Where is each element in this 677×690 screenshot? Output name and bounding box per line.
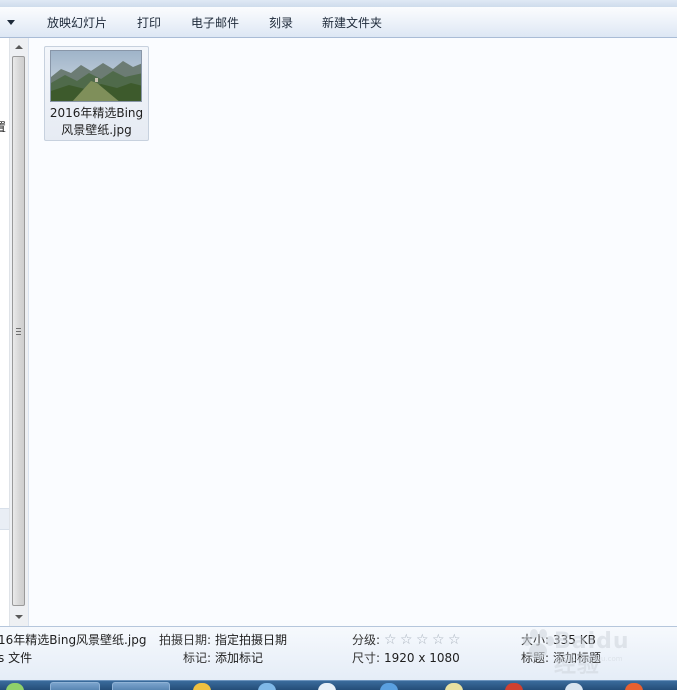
detail-filename: 16年精选Bing风景壁纸.jpg [0, 633, 147, 647]
date-taken-label: 拍摄日期: [159, 633, 212, 647]
command-bar: 放映幻灯片 打印 电子邮件 刻录 新建文件夹 [0, 7, 677, 38]
start-orb-icon[interactable] [6, 683, 24, 690]
print-button[interactable]: 打印 [137, 14, 161, 32]
tags-label: 标记: [183, 651, 212, 665]
date-taken-field[interactable]: 指定拍摄日期 [215, 632, 287, 648]
burn-button[interactable]: 刻录 [269, 14, 293, 32]
taskbar-app-icon[interactable] [193, 683, 211, 690]
grip-line [16, 334, 21, 335]
star-icon[interactable]: ☆ [448, 633, 462, 647]
landscape-thumbnail-icon [51, 51, 141, 101]
watermark-text: Baidu经验 [554, 629, 630, 678]
nav-pane-scrollbar[interactable] [9, 38, 28, 626]
tags-field[interactable]: 添加标记 [215, 650, 263, 666]
dimensions-label: 尺寸: [352, 651, 381, 665]
detail-file-type: s 文件 [0, 651, 33, 665]
star-icon[interactable]: ☆ [416, 633, 430, 647]
slideshow-button[interactable]: 放映幻灯片 [47, 14, 107, 32]
dimensions-value: 1920 x 1080 [384, 651, 460, 665]
scroll-down-arrow-icon[interactable] [15, 615, 23, 619]
star-icon[interactable]: ☆ [432, 633, 446, 647]
taskbar-app-icon[interactable] [380, 683, 398, 690]
watermark-url: jingyan.baidu.com [558, 655, 623, 663]
taskbar-app-icon[interactable] [505, 683, 523, 690]
taskbar-app-icon[interactable] [445, 683, 463, 690]
taskbar-app-icon[interactable] [565, 683, 583, 690]
nav-item-fragment[interactable]: 置 [0, 118, 6, 135]
scrollbar-thumb[interactable] [12, 56, 25, 606]
grip-line [16, 328, 21, 329]
new-folder-button[interactable]: 新建文件夹 [322, 14, 382, 32]
rating-stars[interactable]: ☆ ☆ ☆ ☆ ☆ [384, 633, 464, 647]
navigation-pane: 置 [0, 38, 9, 626]
taskbar [0, 680, 677, 690]
taskbar-app-icon[interactable] [625, 683, 643, 690]
star-icon[interactable]: ☆ [400, 633, 414, 647]
taskbar-button-explorer[interactable] [112, 682, 170, 690]
file-list-area[interactable]: 2016年精选Bing 风景壁纸.jpg [28, 38, 677, 626]
window-top-strip [0, 0, 677, 7]
nav-item-selected[interactable] [0, 508, 9, 530]
taskbar-button-browser[interactable] [50, 682, 100, 690]
star-icon[interactable]: ☆ [384, 633, 398, 647]
file-item-selected[interactable]: 2016年精选Bing 风景壁纸.jpg [44, 46, 149, 141]
file-name-label: 2016年精选Bing 风景壁纸.jpg [49, 106, 144, 137]
rating-label: 分级: [352, 633, 381, 647]
scroll-up-arrow-icon[interactable] [15, 45, 23, 49]
grip-line [16, 331, 21, 332]
email-button[interactable]: 电子邮件 [191, 14, 239, 32]
image-thumbnail [50, 50, 142, 102]
dropdown-arrow-icon[interactable] [7, 20, 15, 25]
taskbar-app-icon[interactable] [318, 683, 336, 690]
taskbar-app-icon[interactable] [258, 683, 276, 690]
baidu-jingyan-watermark: Baidu经验 jingyan.baidu.com [518, 628, 648, 678]
paw-logo-icon [523, 629, 554, 659]
